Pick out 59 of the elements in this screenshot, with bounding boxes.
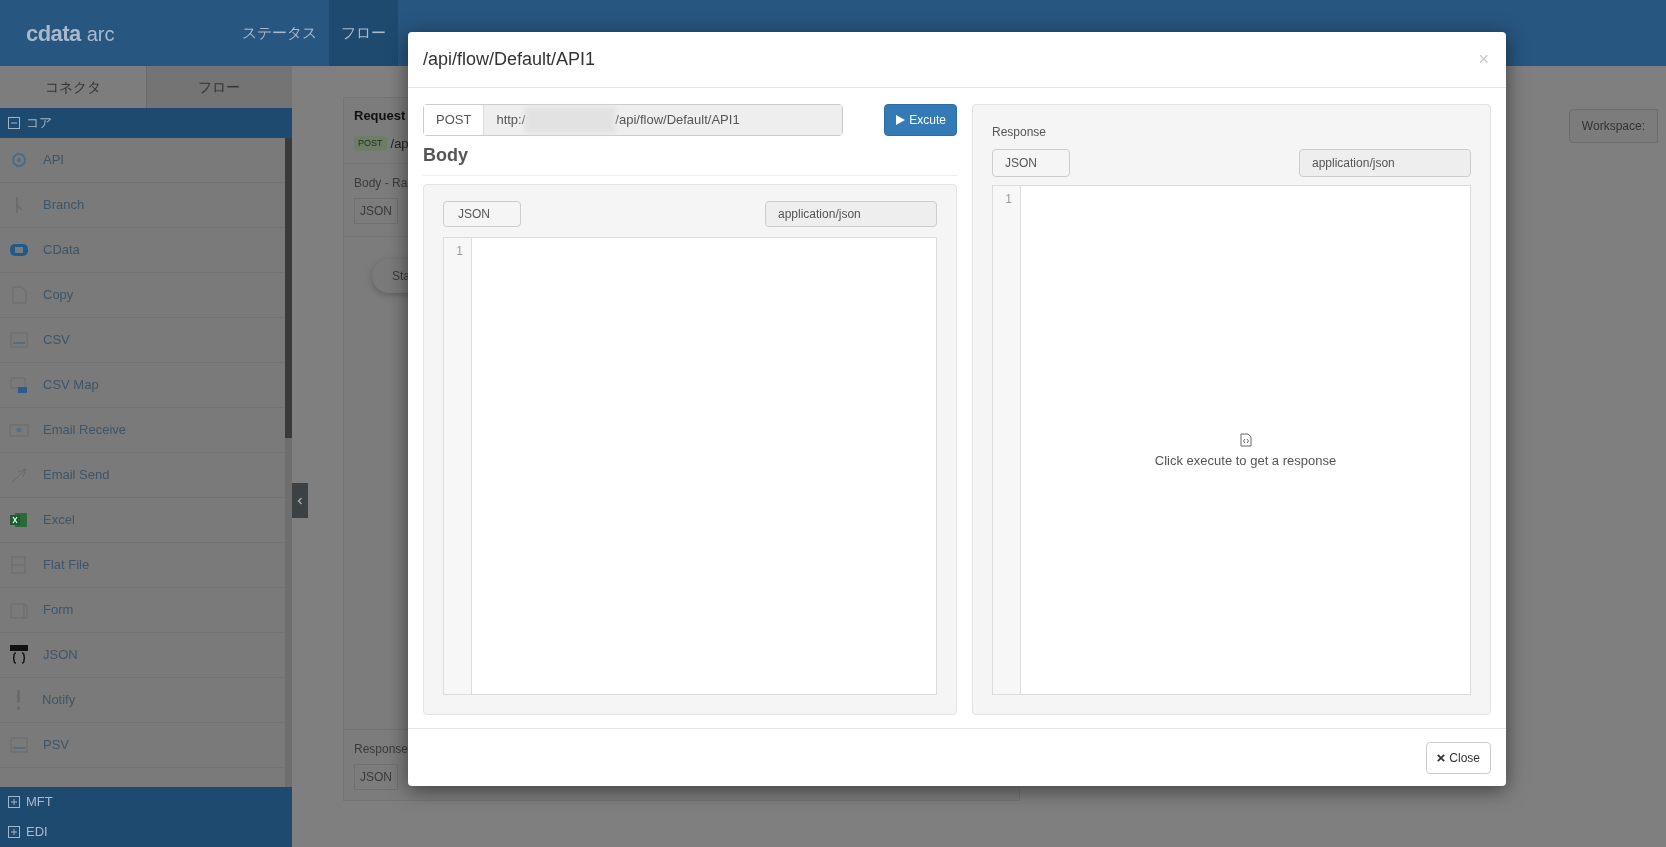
body-heading: Body	[423, 142, 957, 176]
format-button[interactable]: JSON	[354, 198, 398, 224]
endpoint-path: /ap	[390, 134, 409, 153]
spreadsheet-icon	[9, 510, 29, 530]
section-title: EDI	[26, 823, 48, 842]
method-badge: POST	[354, 135, 387, 151]
content-type-field[interactable]: application/json	[1299, 149, 1471, 177]
workspace-button[interactable]: Workspace:	[1568, 109, 1658, 143]
section-header[interactable]: コア	[0, 108, 292, 138]
format-button[interactable]: JSON	[443, 201, 521, 227]
url-text: /api/flow/Default/API1	[615, 111, 740, 130]
section-header[interactable]: MFT	[0, 787, 292, 817]
section-header[interactable]: EDI	[0, 817, 292, 847]
url-field[interactable]: POST http:/ /api/flow/Default/API1	[423, 104, 843, 136]
close-button[interactable]: ×	[1478, 46, 1491, 73]
line-number: 1	[456, 243, 463, 260]
modal-title: /api/flow/Default/API1	[423, 48, 596, 71]
file-icon	[9, 330, 29, 350]
sidebar-tab[interactable]: フロー	[146, 66, 292, 108]
execute-button[interactable]: Excute	[884, 104, 957, 136]
scrollbar[interactable]	[285, 138, 292, 787]
panel-title: Request	[354, 107, 406, 125]
body-label: Body - Ra	[354, 175, 409, 192]
logo[interactable]: cdata	[26, 16, 81, 50]
connector-item[interactable]: CData	[0, 228, 285, 273]
format-button[interactable]: JSON	[354, 764, 398, 790]
chevron-left-icon	[297, 496, 303, 505]
connector-item[interactable]: PSV	[0, 723, 285, 768]
nav-item[interactable]: ステータス	[230, 0, 329, 66]
gear-icon	[9, 150, 29, 170]
nav-item[interactable]: フロー	[329, 0, 398, 66]
connector-item[interactable]: Form	[0, 588, 285, 633]
play-icon	[895, 115, 906, 125]
connector-item[interactable]: Excel	[0, 498, 285, 543]
close-button[interactable]: Close	[1426, 741, 1491, 774]
line-number: 1	[1005, 191, 1012, 208]
section-title: MFT	[26, 793, 53, 812]
logo-subtitle: arc	[86, 21, 115, 47]
map-icon	[9, 375, 29, 395]
response-label: Response	[992, 124, 1048, 141]
empty-message: Click execute to get a response	[1154, 452, 1337, 471]
braces-icon	[9, 645, 29, 665]
code-editor[interactable]: 1	[443, 237, 937, 695]
collapse-button[interactable]	[292, 483, 308, 518]
file-icon	[9, 735, 29, 755]
connector-item[interactable]: CSV Map	[0, 363, 285, 408]
content-type-field[interactable]: application/json	[765, 201, 937, 227]
connector-item[interactable]: Flat File	[0, 543, 285, 588]
code-editor[interactable]: 1 Click execute to get a response	[992, 185, 1471, 695]
response-label: Response	[354, 741, 410, 758]
code-file-icon	[1239, 433, 1252, 448]
close-icon	[1437, 753, 1446, 762]
url-text: http:/	[496, 111, 526, 130]
connector-item[interactable]: CSV	[0, 318, 285, 363]
connector-item[interactable]: Email Receive	[0, 408, 285, 453]
method-label: POST	[424, 105, 485, 135]
format-button[interactable]: JSON	[992, 149, 1070, 177]
section-title: コア	[26, 114, 52, 133]
connector-item[interactable]: JSON	[0, 633, 285, 678]
